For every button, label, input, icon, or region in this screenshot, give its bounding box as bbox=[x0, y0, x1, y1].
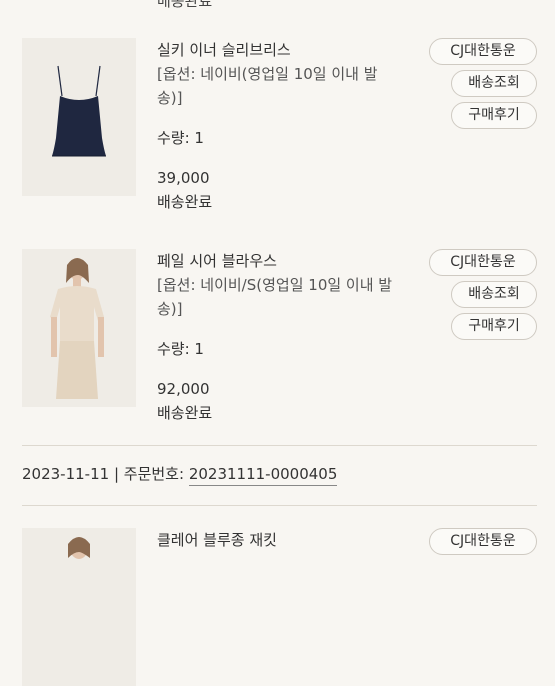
track-delivery-button[interactable]: 배송조회 bbox=[451, 70, 537, 97]
product-price: 92,000 bbox=[157, 380, 210, 398]
previous-item-status: 배송완료 bbox=[157, 0, 213, 10]
item-info: 클레어 블루종 재킷 bbox=[157, 528, 402, 552]
model-jacket-image bbox=[22, 528, 136, 686]
product-thumbnail[interactable] bbox=[22, 528, 136, 686]
product-thumbnail[interactable] bbox=[22, 38, 136, 196]
carrier-button[interactable]: CJ대한통운 bbox=[429, 38, 537, 65]
write-review-button[interactable]: 구매후기 bbox=[451, 102, 537, 129]
product-quantity: 수량: 1 bbox=[157, 129, 204, 147]
product-price: 39,000 bbox=[157, 169, 210, 187]
product-thumbnail[interactable] bbox=[22, 249, 136, 407]
order-separator: | bbox=[109, 465, 124, 483]
item-info: 실키 이너 슬리브리스 [옵션: 네이비(영업일 10일 이내 발송)] 수량:… bbox=[157, 38, 402, 214]
product-name[interactable]: 실키 이너 슬리브리스 bbox=[157, 38, 402, 62]
item-actions: CJ대한통운 배송조회 구매후기 bbox=[429, 38, 537, 134]
product-name[interactable]: 페일 시어 블라우스 bbox=[157, 249, 402, 273]
order-divider bbox=[22, 445, 537, 446]
carrier-button[interactable]: CJ대한통운 bbox=[429, 249, 537, 276]
order-divider bbox=[22, 505, 537, 506]
order-header: 2023-11-11 | 주문번호: 20231111-0000405 bbox=[22, 463, 338, 486]
product-name[interactable]: 클레어 블루종 재킷 bbox=[157, 528, 402, 552]
model-blouse-image bbox=[22, 249, 136, 407]
product-quantity: 수량: 1 bbox=[157, 340, 204, 358]
product-option: [옵션: 네이비/S(영업일 10일 이내 발송)] bbox=[157, 276, 393, 318]
product-option: [옵션: 네이비(영업일 10일 이내 발송)] bbox=[157, 65, 378, 107]
item-info: 페일 시어 블라우스 [옵션: 네이비/S(영업일 10일 이내 발송)] 수량… bbox=[157, 249, 402, 425]
carrier-button[interactable]: CJ대한통운 bbox=[429, 528, 537, 555]
delivery-status: 배송완료 bbox=[157, 193, 213, 211]
navy-camisole-image bbox=[22, 38, 136, 196]
write-review-button[interactable]: 구매후기 bbox=[451, 313, 537, 340]
order-number-label: 주문번호: bbox=[123, 465, 189, 483]
order-number-link[interactable]: 20231111-0000405 bbox=[188, 465, 338, 486]
order-date: 2023-11-11 bbox=[22, 465, 110, 483]
delivery-status: 배송완료 bbox=[157, 404, 213, 422]
track-delivery-button[interactable]: 배송조회 bbox=[451, 281, 537, 308]
item-actions: CJ대한통운 bbox=[429, 528, 537, 560]
item-actions: CJ대한통운 배송조회 구매후기 bbox=[429, 249, 537, 345]
